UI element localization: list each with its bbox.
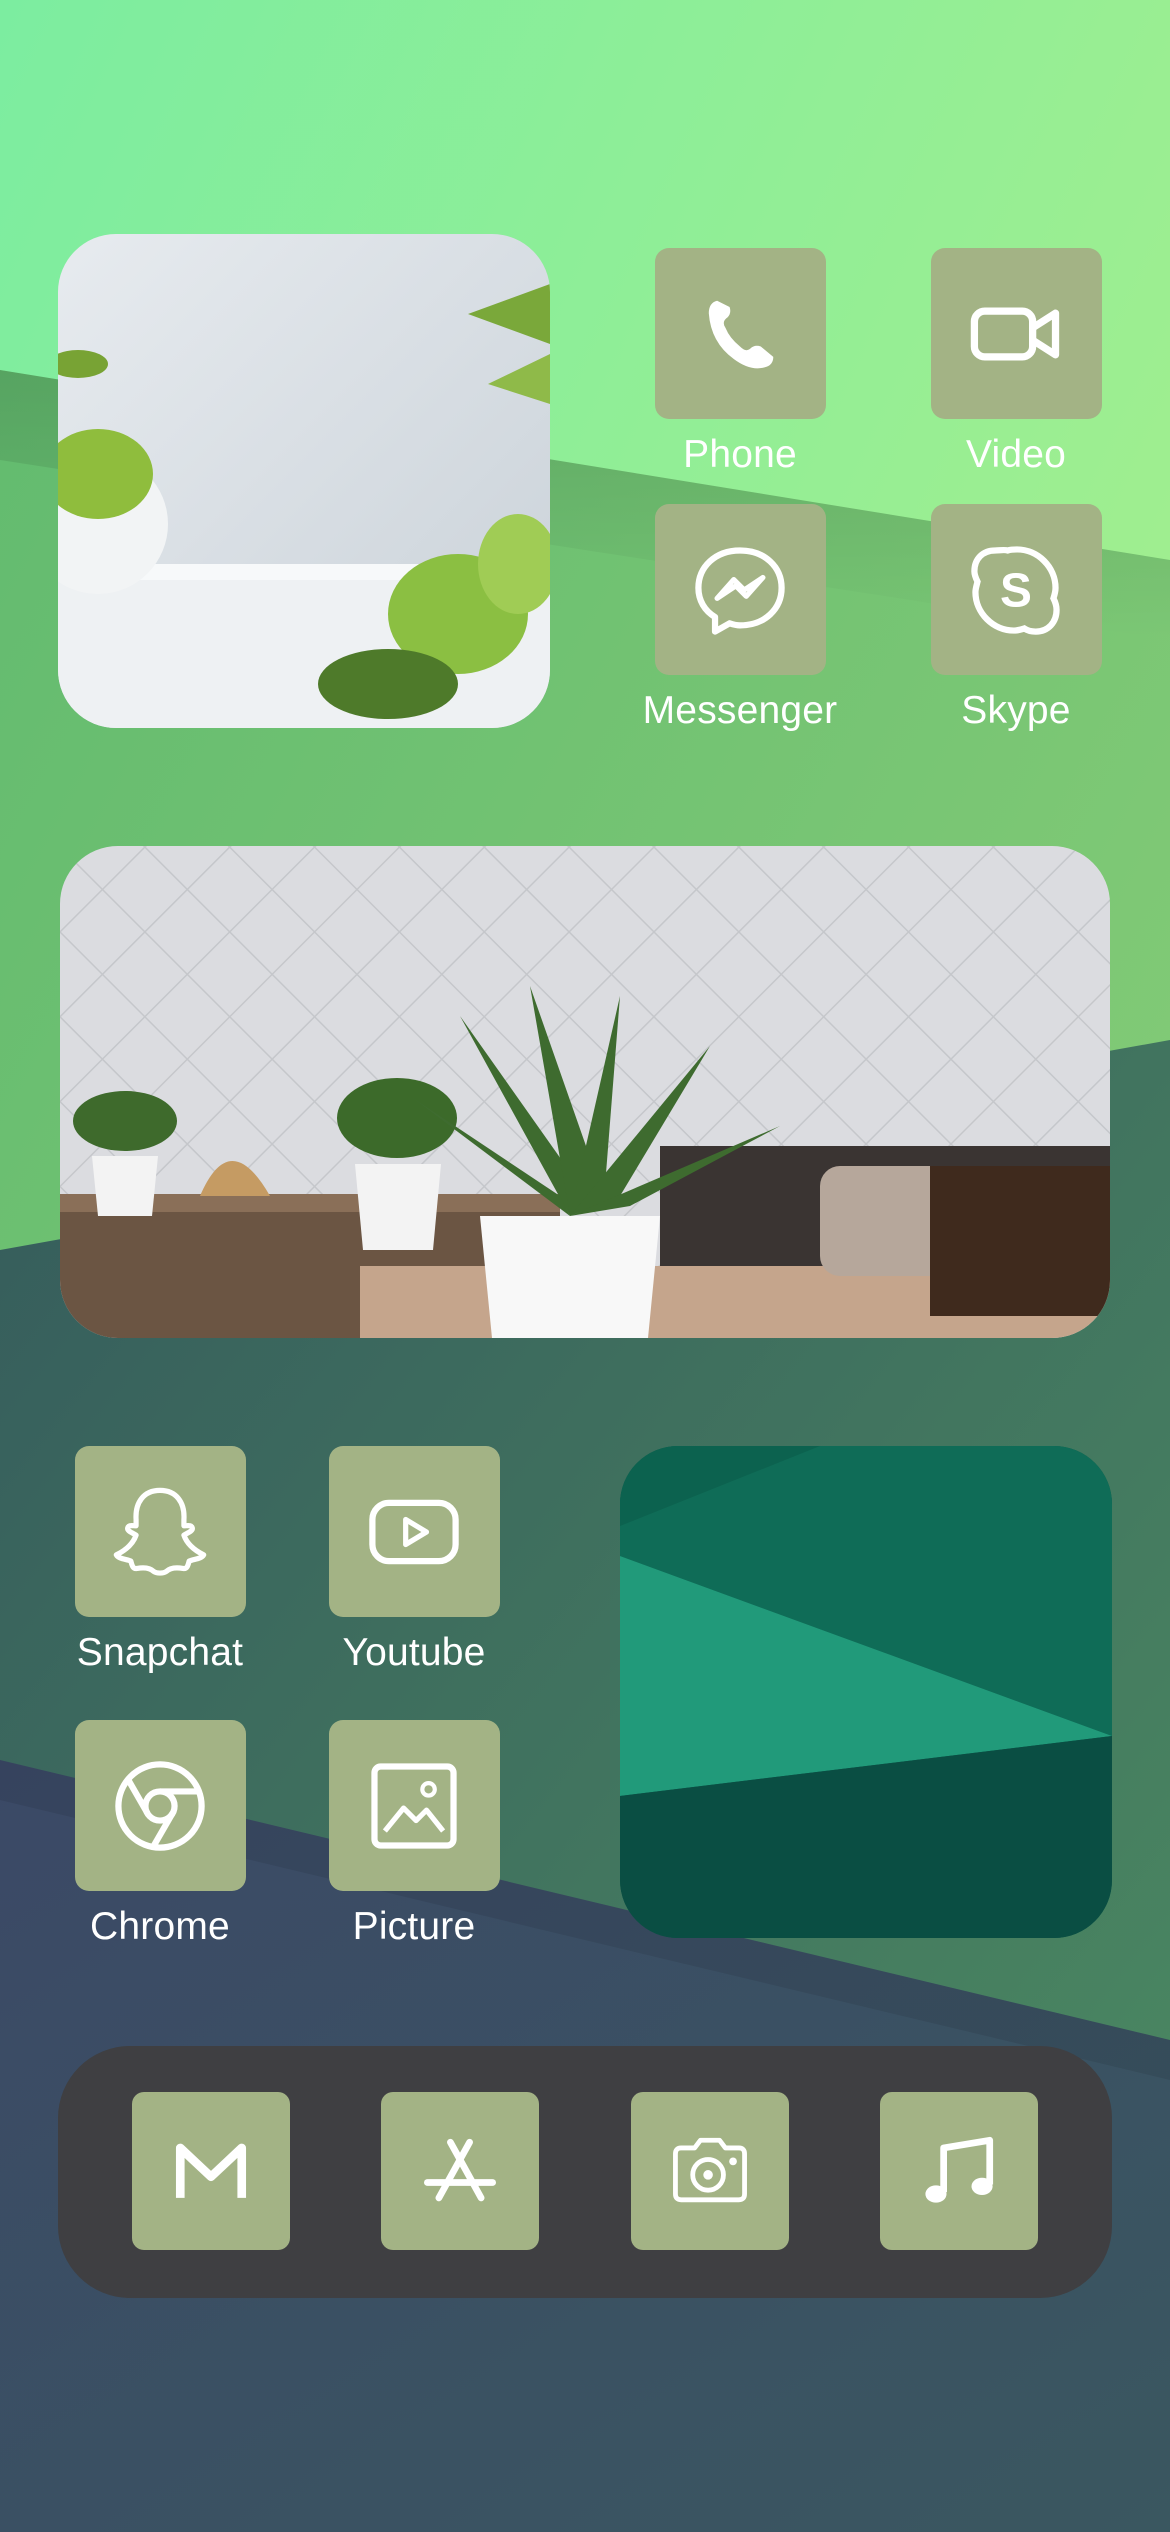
- app-label: Video: [965, 433, 1067, 476]
- app-video[interactable]: Video: [896, 248, 1136, 477]
- app-tile[interactable]: [654, 504, 826, 675]
- app-store-icon: [424, 2138, 496, 2202]
- photo-widget-top-left[interactable]: [58, 234, 550, 728]
- camera-icon: [673, 2137, 747, 2203]
- app-tile[interactable]: [930, 248, 1102, 419]
- app-label: Skype: [961, 689, 1071, 732]
- app-label: Snapchat: [76, 1631, 244, 1674]
- app-tile[interactable]: [654, 248, 826, 419]
- chrome-icon: [115, 1760, 205, 1851]
- photo-widget-middle[interactable]: [60, 846, 1110, 1338]
- app-tile[interactable]: [74, 1446, 246, 1617]
- app-label: Messenger: [642, 689, 838, 732]
- app-chrome[interactable]: Chrome: [40, 1720, 280, 1949]
- app-tile[interactable]: [328, 1720, 500, 1891]
- svg-text:S: S: [1000, 564, 1032, 617]
- app-youtube[interactable]: Youtube: [294, 1446, 534, 1675]
- app-phone[interactable]: Phone: [620, 248, 860, 477]
- picture-icon: [371, 1762, 457, 1849]
- music-note-icon: [925, 2136, 994, 2203]
- phone-icon: [708, 300, 774, 368]
- app-tile[interactable]: [328, 1446, 500, 1617]
- youtube-play-icon: [369, 1499, 459, 1564]
- app-label: Phone: [683, 433, 797, 476]
- app-snapchat[interactable]: Snapchat: [40, 1446, 280, 1675]
- photo-widget-right[interactable]: [620, 1446, 1112, 1938]
- plants-white-wall-photo: [58, 234, 550, 728]
- dock-app-app-store[interactable]: [381, 2092, 539, 2250]
- app-messenger[interactable]: Messenger: [620, 504, 860, 733]
- plant-on-table-photo: [60, 846, 1110, 1338]
- app-label: Youtube: [342, 1631, 486, 1674]
- skype-icon: S: [971, 545, 1060, 635]
- green-paper-photo: [620, 1446, 1112, 1938]
- app-tile[interactable]: S: [930, 504, 1102, 675]
- gmail-icon: [175, 2143, 247, 2198]
- app-label: Chrome: [90, 1905, 230, 1948]
- app-tile[interactable]: [74, 1720, 246, 1891]
- messenger-icon: [695, 546, 785, 635]
- app-skype[interactable]: S Skype: [896, 504, 1136, 733]
- dock: [58, 2046, 1112, 2298]
- dock-app-music[interactable]: [880, 2092, 1038, 2250]
- dock-app-camera[interactable]: [631, 2092, 789, 2250]
- snapchat-ghost-icon: [113, 1487, 207, 1576]
- video-camera-icon: [970, 306, 1060, 361]
- app-label: Picture: [352, 1905, 476, 1948]
- dock-app-gmail[interactable]: [132, 2092, 290, 2250]
- app-picture[interactable]: Picture: [294, 1720, 534, 1949]
